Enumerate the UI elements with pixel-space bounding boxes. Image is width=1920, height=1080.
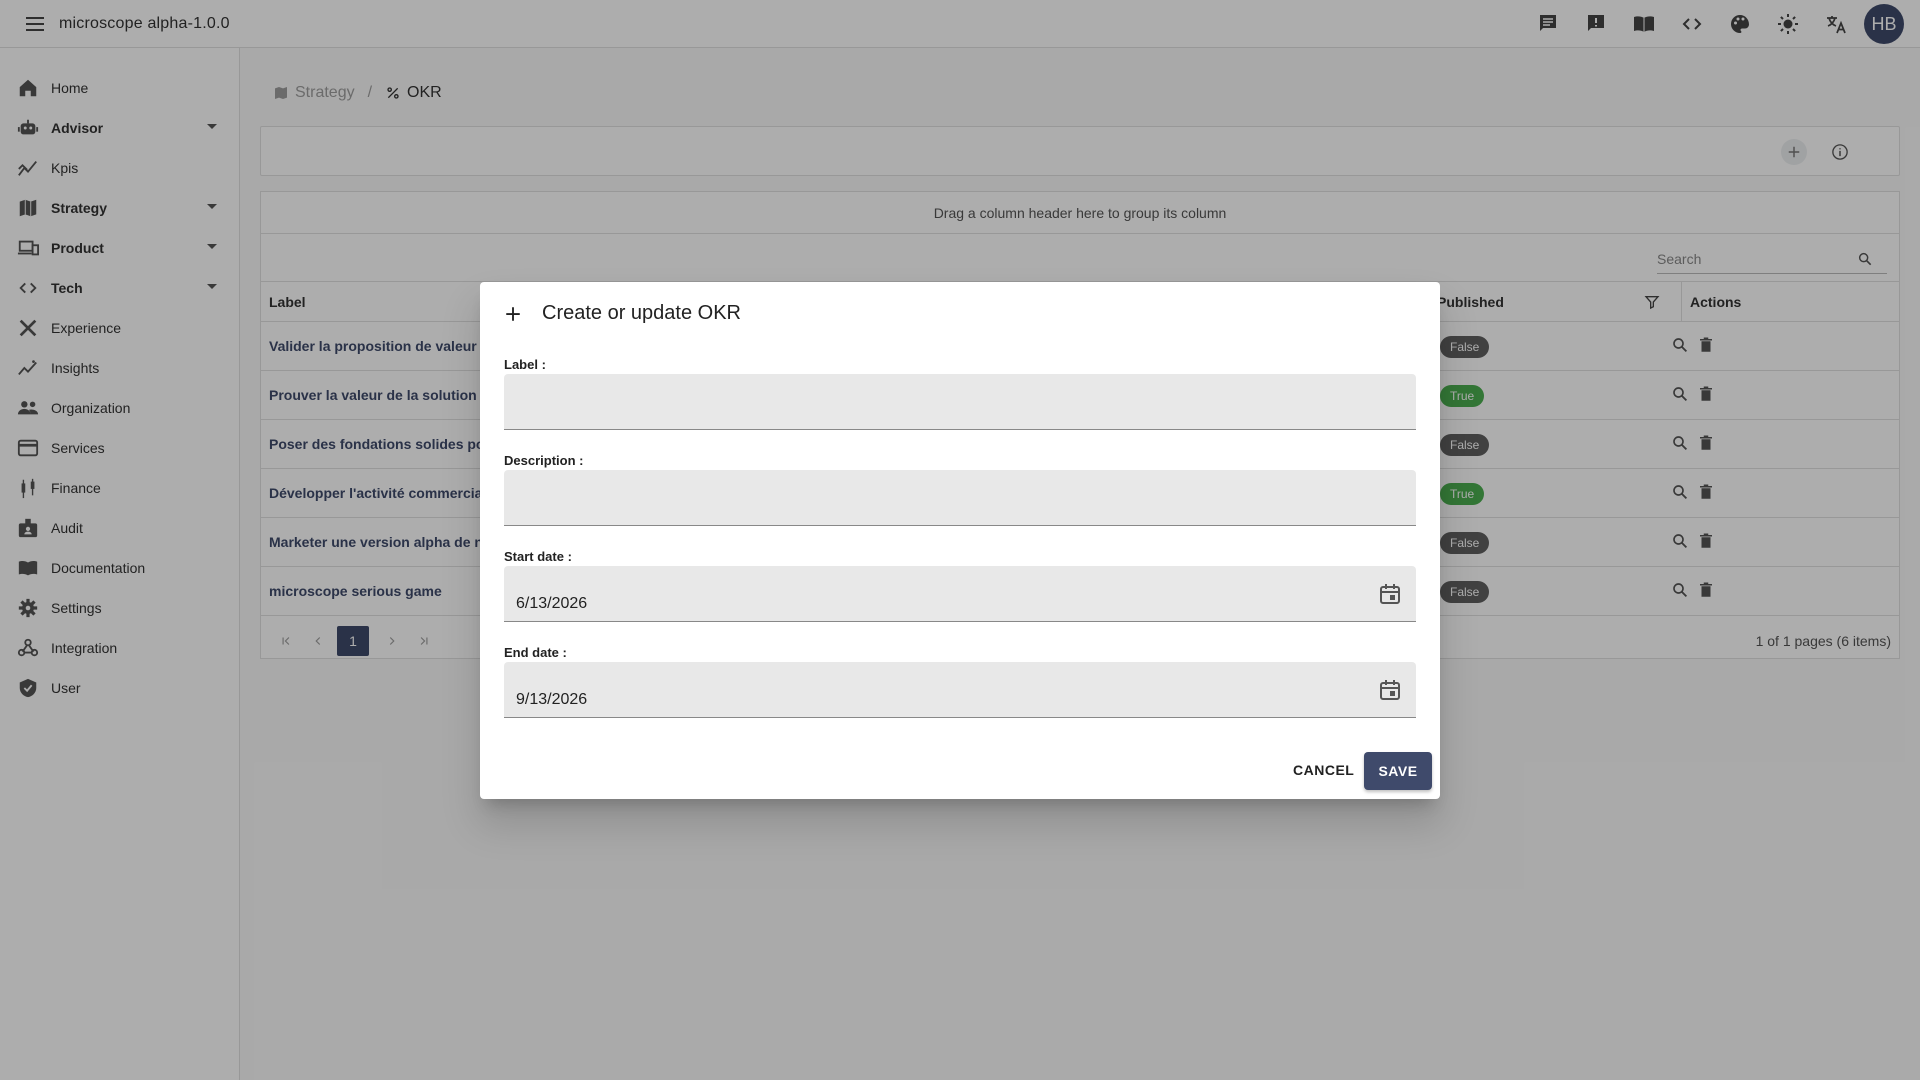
end-date-field (504, 662, 1416, 718)
start-date-field (504, 566, 1416, 622)
label-field-label: Label : (504, 357, 546, 372)
cancel-button[interactable]: CANCEL (1285, 752, 1362, 788)
start-date-field-label: Start date : (504, 549, 572, 564)
label-input[interactable] (504, 374, 1416, 429)
calendar-icon[interactable] (1378, 678, 1402, 702)
end-date-input[interactable] (504, 662, 1416, 717)
calendar-icon[interactable] (1378, 582, 1402, 606)
dialog-title: Create or update OKR (542, 302, 741, 324)
okr-dialog: Create or update OKR Label : Description… (480, 282, 1440, 799)
save-button[interactable]: SAVE (1364, 752, 1432, 790)
start-date-input[interactable] (504, 566, 1416, 621)
plus-icon (506, 306, 520, 321)
end-date-field-label: End date : (504, 645, 567, 660)
description-input[interactable] (504, 470, 1416, 525)
description-field (504, 470, 1416, 526)
label-field (504, 374, 1416, 430)
dialog-header: Create or update OKR (504, 302, 741, 325)
description-field-label: Description : (504, 453, 584, 468)
